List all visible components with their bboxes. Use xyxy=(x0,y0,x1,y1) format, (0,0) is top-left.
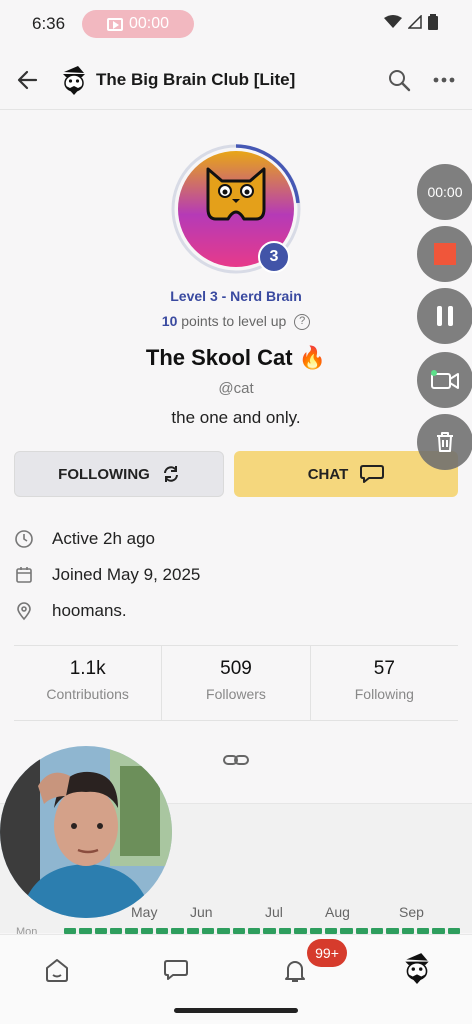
active-text: Active 2h ago xyxy=(52,529,156,548)
screen-recording-pill[interactable]: 00:00 xyxy=(82,10,194,38)
recorder-timer-text: 00:00 xyxy=(427,184,463,200)
group-title[interactable]: The Big Brain Club [Lite] xyxy=(96,70,295,90)
chat-label: CHAT xyxy=(307,465,349,483)
location-text: hoomans. xyxy=(52,601,127,620)
stat-label: Contributions xyxy=(46,686,129,702)
bell-icon[interactable] xyxy=(280,955,310,985)
home-icon[interactable] xyxy=(42,955,72,985)
following-label: FOLLOWING xyxy=(58,465,150,483)
level-label: Level 3 - Nerd Brain xyxy=(170,288,302,304)
pause-record-button[interactable] xyxy=(417,288,472,344)
status-time: 6:36 xyxy=(32,14,66,33)
profile-name: The Skool Cat 🔥 xyxy=(0,345,472,371)
points-text: points to level up xyxy=(177,313,287,329)
month-label: Jul xyxy=(265,904,283,920)
stat-followers[interactable]: 509 Followers xyxy=(161,646,309,720)
camera-toggle-button[interactable] xyxy=(417,352,472,408)
help-icon[interactable]: ? xyxy=(294,314,311,331)
more-icon[interactable] xyxy=(430,67,458,93)
home-indicator[interactable] xyxy=(174,1008,298,1013)
calendar-icon xyxy=(16,567,32,583)
messages-icon[interactable] xyxy=(161,955,191,985)
month-label: Jun xyxy=(190,904,213,920)
location-row: hoomans. xyxy=(14,598,127,624)
following-button[interactable]: FOLLOWING xyxy=(14,451,224,497)
clock-icon xyxy=(15,530,33,548)
chat-bubble-icon xyxy=(360,465,385,483)
profile-bio: the one and only. xyxy=(171,408,301,427)
points-number: 10 xyxy=(161,313,178,329)
camera-icon xyxy=(431,370,459,389)
stat-following[interactable]: 57 Following xyxy=(309,646,458,720)
recording-time: 00:00 xyxy=(128,15,170,32)
refresh-icon xyxy=(163,466,178,482)
group-logo[interactable] xyxy=(58,64,90,96)
link-icon[interactable] xyxy=(222,750,250,770)
stat-value: 57 xyxy=(373,658,395,679)
level-badge: 3 xyxy=(258,241,290,273)
app-header: The Big Brain Club [Lite] xyxy=(0,50,472,110)
recorder-timer: 00:00 xyxy=(417,164,472,220)
month-label: May xyxy=(131,904,158,920)
points-to-level: 10 points to level up ? xyxy=(0,313,472,331)
stat-value: 1.1k xyxy=(69,658,106,679)
camera-preview-bubble[interactable] xyxy=(0,746,172,918)
joined-row: Joined May 9, 2025 xyxy=(14,562,200,588)
stat-contributions[interactable]: 1.1k Contributions xyxy=(14,646,161,720)
status-bar: 6:36 00:00 xyxy=(0,0,472,46)
stat-label: Following xyxy=(354,686,414,702)
location-pin-icon xyxy=(17,602,31,621)
delete-record-button[interactable] xyxy=(417,414,472,470)
status-icons xyxy=(384,14,438,30)
profile-avatar[interactable]: 3 xyxy=(170,143,302,275)
screen-record-icon xyxy=(106,17,123,31)
pause-icon xyxy=(437,306,453,326)
stat-value: 509 xyxy=(220,658,252,679)
level-number: 3 xyxy=(269,248,279,265)
search-icon[interactable] xyxy=(386,67,412,93)
profile-stats: 1.1k Contributions 509 Followers 57 Foll… xyxy=(14,645,458,721)
signal-icon xyxy=(408,15,422,29)
profile-nav-avatar[interactable] xyxy=(400,951,434,985)
stop-record-button[interactable] xyxy=(417,226,472,282)
stop-icon xyxy=(434,243,456,265)
back-arrow-icon[interactable] xyxy=(14,66,42,94)
fire-emoji: 🔥 xyxy=(298,345,327,370)
trash-icon xyxy=(437,432,453,452)
wifi-icon xyxy=(384,15,402,28)
profile-name-text: The Skool Cat xyxy=(145,345,293,370)
month-label: Aug xyxy=(325,904,350,920)
stat-label: Followers xyxy=(206,686,266,702)
joined-text: Joined May 9, 2025 xyxy=(52,565,201,584)
profile-handle: @cat xyxy=(218,380,254,397)
notifications-badge: 99+ xyxy=(307,939,347,967)
month-label: Sep xyxy=(399,904,424,920)
active-row: Active 2h ago xyxy=(14,526,155,552)
battery-icon xyxy=(428,14,438,30)
